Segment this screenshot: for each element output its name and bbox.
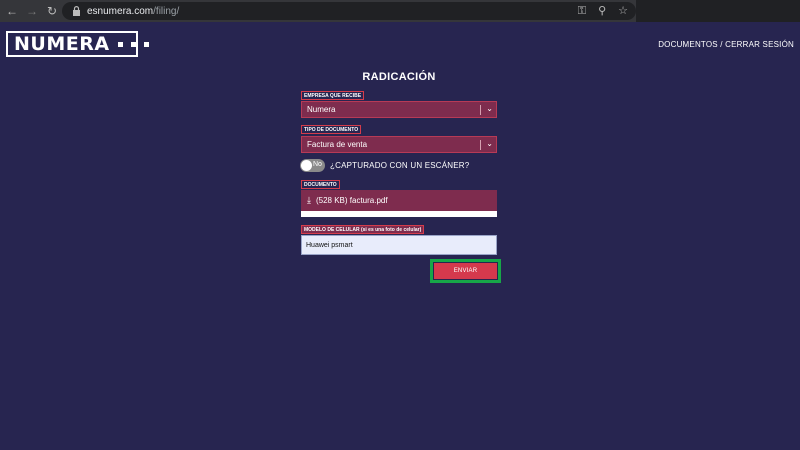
back-icon[interactable]: ← <box>4 3 20 19</box>
scanner-question: ¿CAPTURADO CON UN ESCÁNER? <box>330 161 470 170</box>
toolbar-extension-area <box>636 0 800 22</box>
reload-icon[interactable]: ↻ <box>44 3 60 19</box>
phone-label: MODELO DE CELULAR (si es una foto de cel… <box>301 225 425 234</box>
top-nav: DOCUMENTOS / CERRAR SESIÓN <box>658 40 794 49</box>
logout-link[interactable]: CERRAR SESIÓN <box>725 40 794 49</box>
chevron-down-icon: ⌄ <box>486 104 493 113</box>
doc-type-label: TIPO DE DOCUMENTO <box>301 125 362 134</box>
forward-icon[interactable]: → <box>24 3 40 19</box>
scanner-toggle-row: No ¿CAPTURADO CON UN ESCÁNER? <box>300 159 469 172</box>
document-label: DOCUMENTO <box>301 180 340 189</box>
chevron-down-icon: ⌄ <box>486 139 493 148</box>
nav-separator: / <box>720 40 723 49</box>
numera-logo[interactable]: NUMERA <box>6 31 149 57</box>
key-icon[interactable]: ⚿ <box>578 5 586 17</box>
page-title: RADICACIÓN <box>362 71 436 83</box>
address-bar[interactable]: esnumera.com/filing/ ⚿ ⚲ ☆ <box>62 2 636 20</box>
zoom-icon[interactable]: ⚲ <box>598 5 606 17</box>
doc-type-value: Factura de venta <box>307 140 368 149</box>
doc-type-select[interactable]: Factura de venta ⌄ <box>301 136 497 153</box>
url-path: /filing/ <box>153 5 180 17</box>
company-value: Numera <box>307 105 336 114</box>
logo-dots <box>117 41 149 47</box>
phone-model-input[interactable]: Huawei psmart <box>301 235 497 255</box>
documents-link[interactable]: DOCUMENTOS <box>658 40 718 49</box>
file-upload[interactable]: ⤓ (528 KB) factura.pdf <box>301 190 497 211</box>
url-text: esnumera.com/filing/ <box>87 6 179 17</box>
star-icon[interactable]: ☆ <box>618 5 628 17</box>
toggle-knob <box>301 160 312 171</box>
browser-toolbar: ← → ↻ esnumera.com/filing/ ⚿ ⚲ ☆ <box>0 0 800 22</box>
company-label: EMPRESA QUE RECIBE <box>301 91 365 100</box>
file-name: (528 KB) factura.pdf <box>315 196 388 205</box>
phone-model-value: Huawei psmart <box>306 241 353 249</box>
file-progress-bar <box>301 211 497 217</box>
scanner-toggle[interactable]: No <box>300 159 325 172</box>
company-select[interactable]: Numera ⌄ <box>301 101 497 118</box>
toggle-value: No <box>313 161 322 168</box>
submit-button[interactable]: ENVIAR <box>434 263 497 279</box>
logo-text: NUMERA <box>14 33 110 55</box>
download-icon: ⤓ <box>307 195 311 205</box>
url-domain: esnumera.com <box>87 5 154 17</box>
lock-icon <box>72 6 81 16</box>
